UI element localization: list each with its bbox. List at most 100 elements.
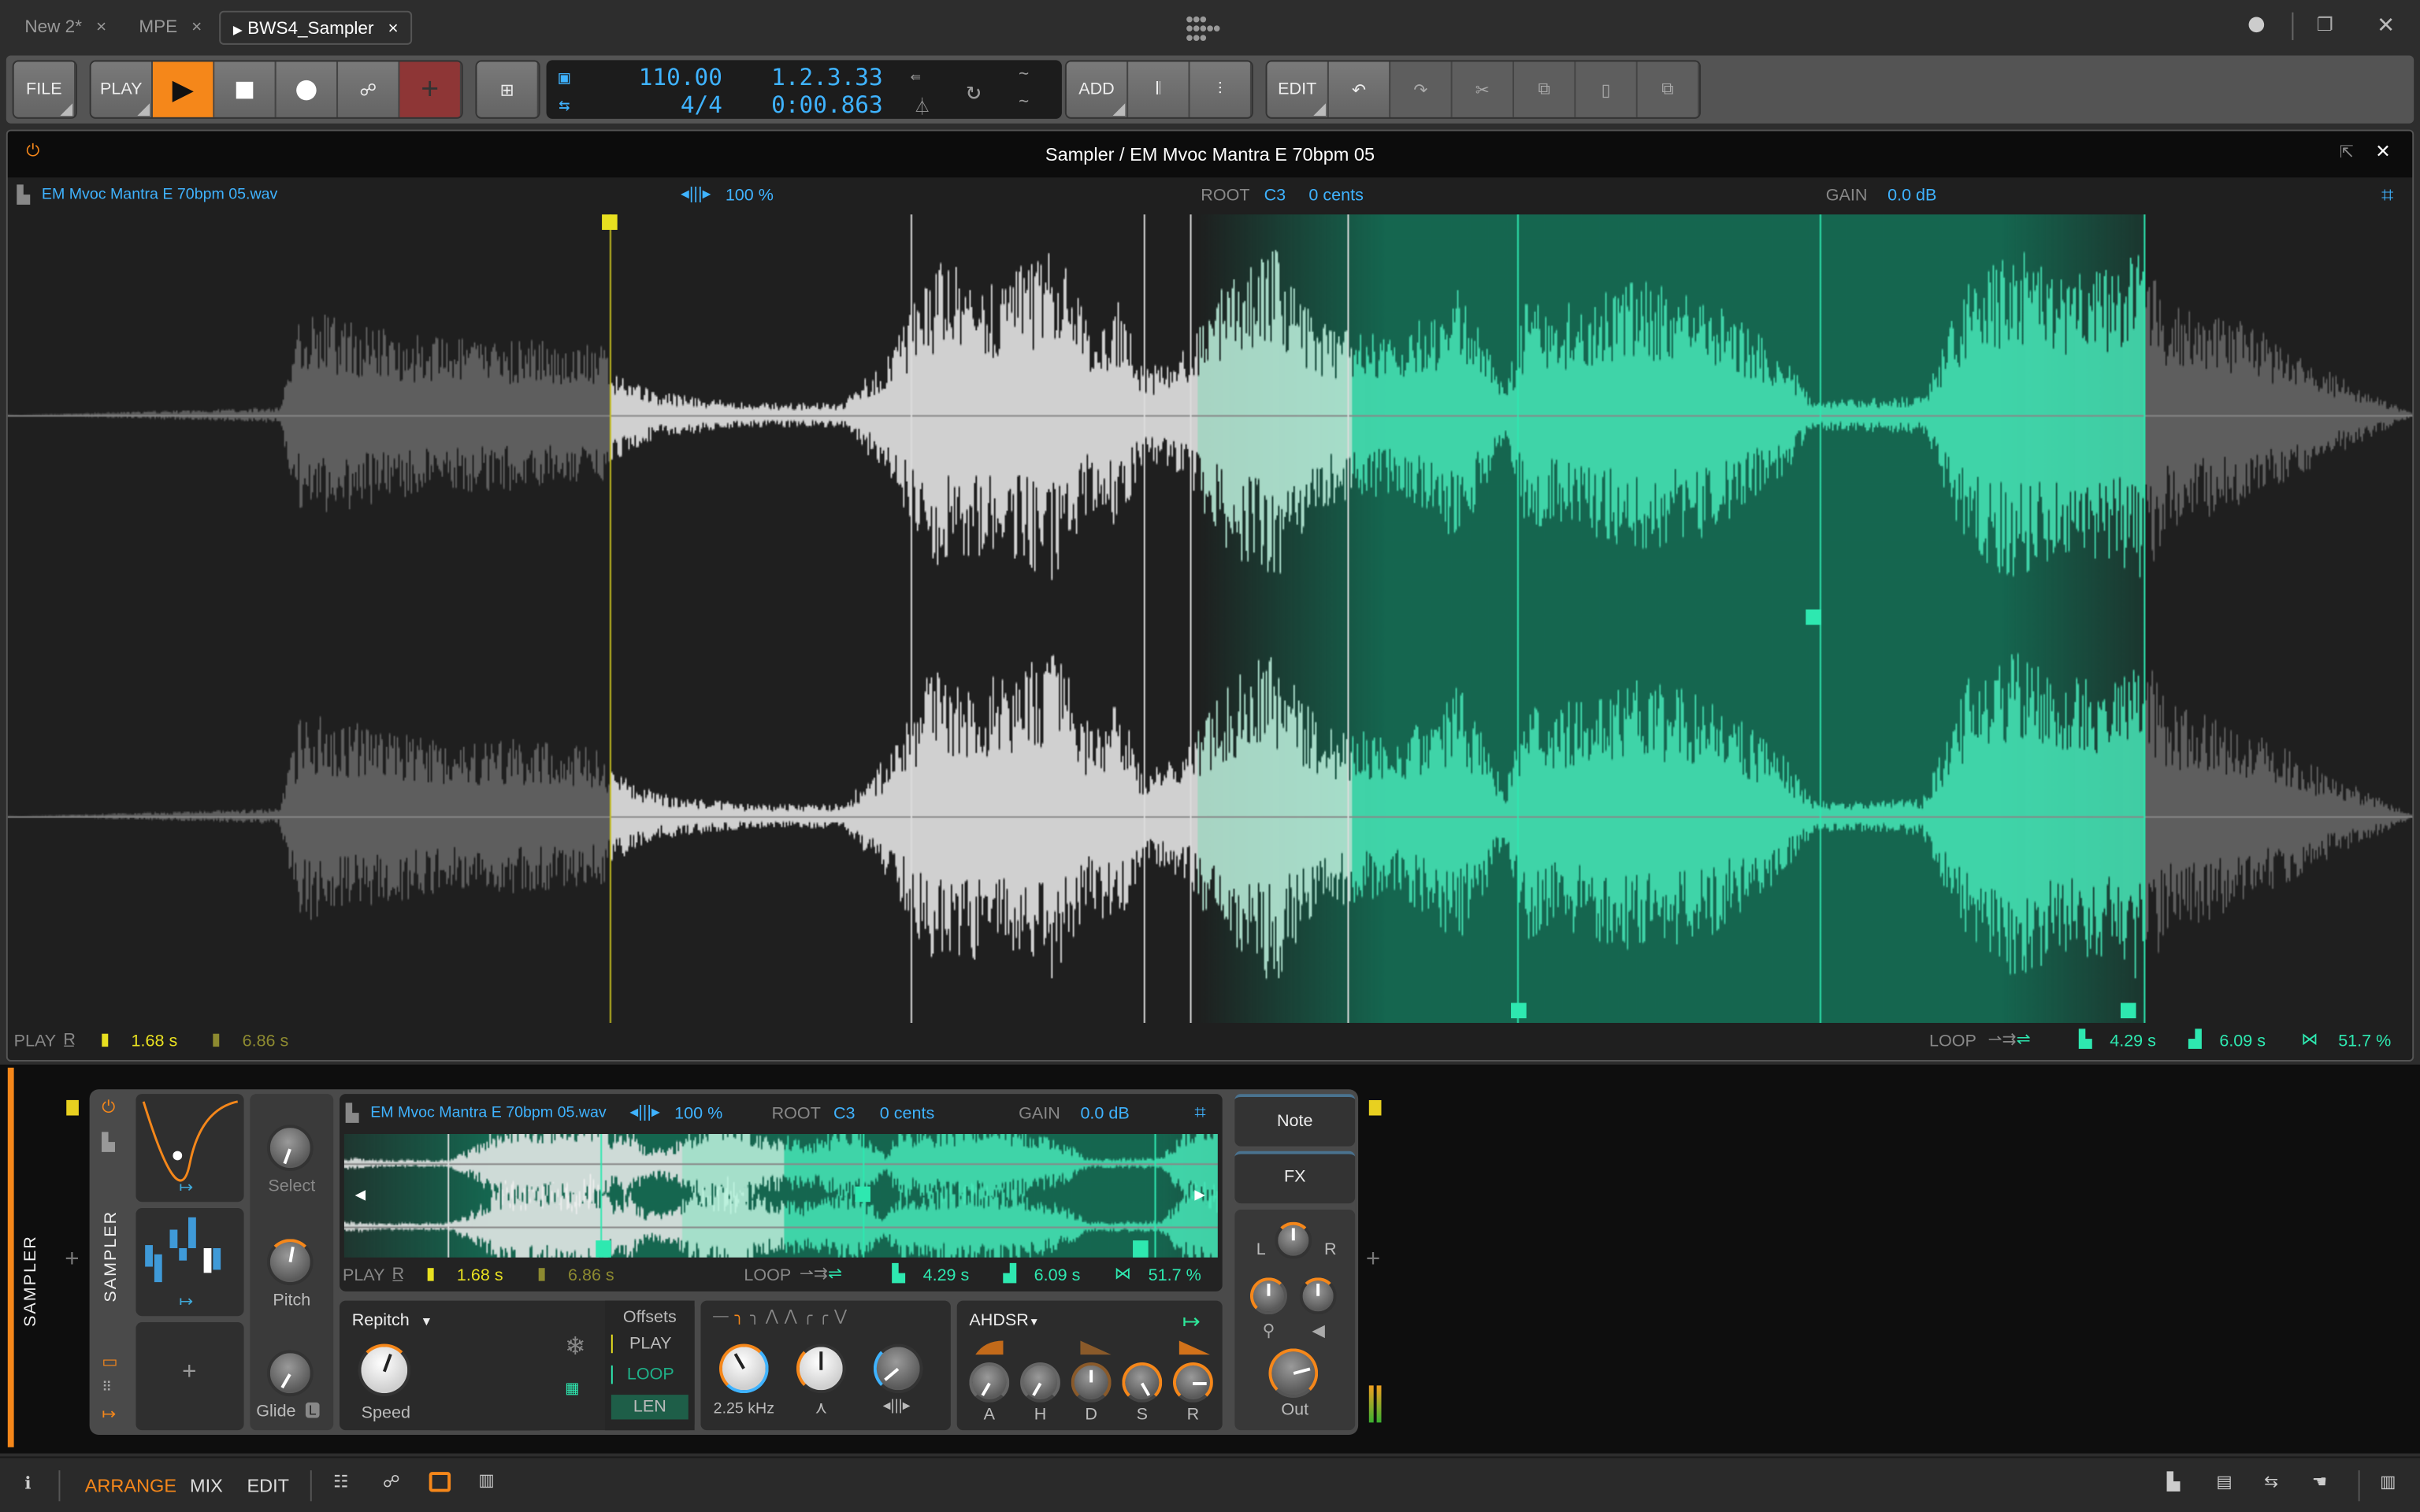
loop-end-handle[interactable] (2120, 1002, 2136, 1019)
record-button[interactable] (276, 61, 339, 117)
tab-mpe[interactable]: MPE × (139, 11, 202, 45)
loop-length-value[interactable]: 6.09 s (1034, 1267, 1081, 1286)
loop-crossfade-handle[interactable] (855, 1186, 870, 1203)
pan-knob[interactable] (1275, 1221, 1312, 1259)
close-icon[interactable]: × (191, 19, 202, 38)
arm-button[interactable]: + (399, 61, 462, 117)
env-knob-a[interactable] (969, 1362, 1010, 1403)
play-start-value[interactable]: 1.68 s (132, 1032, 178, 1051)
glide-mode-badge[interactable]: L (305, 1402, 320, 1418)
ram-icon[interactable]: ▦ (565, 1380, 580, 1398)
edit-button[interactable]: EDIT (1267, 61, 1329, 117)
env-knob-h[interactable] (1020, 1362, 1060, 1403)
play-start-handle[interactable] (602, 214, 618, 230)
keyboard-icon[interactable]: ▥ (2380, 1472, 2396, 1492)
mode-dropdown[interactable]: Repitch ▼ (352, 1311, 432, 1330)
loop-start-handle[interactable] (1511, 1002, 1527, 1019)
reverse-icon[interactable]: R̲ (392, 1266, 405, 1284)
cut-button[interactable]: ✂ (1452, 61, 1514, 117)
tab-bws4-sampler[interactable]: ▶ BWS4_Sampler × (219, 10, 413, 45)
gain-value[interactable]: 0.0 dB (1887, 187, 1936, 206)
tab-new2[interactable]: New 2* × (24, 11, 106, 45)
select-knob[interactable] (266, 1125, 314, 1172)
play-menu-button[interactable]: PLAY (91, 61, 153, 117)
add-audio-button[interactable]: ⫶ (1190, 61, 1252, 117)
add-modulator-button[interactable]: + (182, 1359, 196, 1387)
add-device-right[interactable]: + (1366, 1247, 1380, 1274)
reverse-icon[interactable]: R̲ (63, 1031, 76, 1050)
envelope-route-icon[interactable]: ↦ (1182, 1308, 1201, 1334)
out-knob[interactable] (1268, 1348, 1319, 1399)
zoom-fit-icon[interactable]: ⌗ (1194, 1100, 1205, 1125)
clip-launcher-button[interactable]: ⊞ (477, 61, 539, 117)
velocity-knob[interactable] (1249, 1277, 1287, 1315)
fx-slot[interactable]: FX (1234, 1151, 1356, 1204)
play-end-value[interactable]: 6.86 s (243, 1032, 289, 1051)
browser-folder-icon[interactable]: ▙ (2167, 1472, 2181, 1492)
automation-write-button[interactable]: ☍ (338, 61, 400, 117)
inspector-icon[interactable]: ☷ (333, 1472, 348, 1492)
play-start-value[interactable]: 1.68 s (457, 1267, 503, 1286)
restore-window-icon[interactable]: ❐ (2317, 14, 2333, 35)
env-knob-s[interactable] (1122, 1362, 1163, 1403)
paste-button[interactable]: ▯ (1576, 61, 1638, 117)
crossfade-value[interactable]: 51.7 % (1149, 1267, 1201, 1286)
grid-icon[interactable]: ⠿ (102, 1380, 112, 1397)
file-button[interactable]: FILE (13, 61, 76, 117)
folder-icon[interactable]: ▙ (17, 185, 31, 206)
arrange-tab[interactable]: ARRANGE (85, 1475, 176, 1496)
cents-value[interactable]: 0 cents (880, 1105, 934, 1124)
gain-value[interactable]: 0.0 dB (1080, 1105, 1129, 1124)
add-modulator[interactable]: + (135, 1322, 244, 1431)
modulator-route-icon[interactable]: ↦ (179, 1177, 193, 1198)
envelope-type-dropdown[interactable]: AHDSR▼ (969, 1311, 1039, 1330)
close-icon[interactable]: × (96, 19, 106, 38)
file-name[interactable]: EM Mvoc Mantra E 70bpm 05.wav (370, 1105, 606, 1122)
step-modulator[interactable]: ↦ (135, 1208, 244, 1317)
waveform-display[interactable] (7, 214, 2413, 1023)
scroll-right-icon[interactable]: ▶ (1194, 1187, 1205, 1204)
close-icon[interactable]: × (388, 20, 398, 39)
cutoff-knob[interactable] (718, 1343, 769, 1394)
root-value[interactable]: C3 (1264, 187, 1286, 206)
play-button[interactable]: ▶ (152, 61, 215, 117)
speed-value[interactable]: 100 % (726, 187, 774, 206)
copy-button[interactable]: ⧉ (1513, 61, 1576, 117)
crossfade-value[interactable]: 51.7 % (2338, 1032, 2391, 1051)
stop-button[interactable] (214, 61, 277, 117)
power-icon[interactable]: ⏻ (102, 1099, 115, 1118)
close-icon[interactable]: ✕ (2375, 140, 2391, 161)
hand-icon[interactable]: ☚ (2312, 1472, 2327, 1492)
cents-value[interactable]: 0 cents (1308, 187, 1363, 206)
beat-position[interactable]: 1.2.3.33 (753, 63, 883, 91)
resonance-knob[interactable] (796, 1343, 846, 1394)
speed-value[interactable]: 100 % (674, 1105, 722, 1124)
add-button[interactable]: ADD (1066, 61, 1129, 117)
filter-mod-knob[interactable] (873, 1343, 923, 1394)
modulation-icon[interactable]: ☍ (383, 1472, 400, 1492)
filter-type-icons[interactable]: —╮╮⋀⋀╭╭⋁ (713, 1308, 853, 1325)
freeze-icon[interactable]: ❄ (565, 1332, 585, 1362)
glide-knob[interactable] (266, 1350, 314, 1397)
loop-start-value[interactable]: 4.29 s (923, 1267, 970, 1286)
scroll-left-icon[interactable]: ◀ (355, 1187, 366, 1204)
loop-mode-icons[interactable]: ⇀⇉⇌ (800, 1264, 842, 1284)
env-knob-d[interactable] (1071, 1362, 1112, 1403)
close-window-icon[interactable]: ✕ (2377, 13, 2395, 39)
folder-icon[interactable]: ▙ (102, 1132, 115, 1153)
volume-knob[interactable] (1299, 1277, 1337, 1315)
pitch-knob[interactable] (266, 1239, 314, 1286)
offset-len-button[interactable]: LEN (611, 1395, 689, 1420)
modulator-icon[interactable]: ↦ (102, 1404, 116, 1425)
info-icon[interactable]: ℹ (24, 1473, 31, 1494)
undo-button[interactable]: ↶ (1328, 61, 1391, 117)
play-end-value[interactable]: 6.86 s (568, 1267, 614, 1286)
loop-start-handle[interactable] (596, 1240, 611, 1258)
loop-end-handle[interactable] (1133, 1240, 1149, 1258)
speed-knob[interactable] (358, 1343, 411, 1397)
loop-crossfade-handle[interactable] (1806, 609, 1821, 625)
preroll-icon[interactable]: ⇚ (911, 66, 921, 86)
layout-icon[interactable]: ▭ (102, 1351, 117, 1372)
mapping-icon[interactable]: ⇆ (2264, 1472, 2278, 1492)
mini-waveform[interactable] (343, 1134, 1218, 1258)
